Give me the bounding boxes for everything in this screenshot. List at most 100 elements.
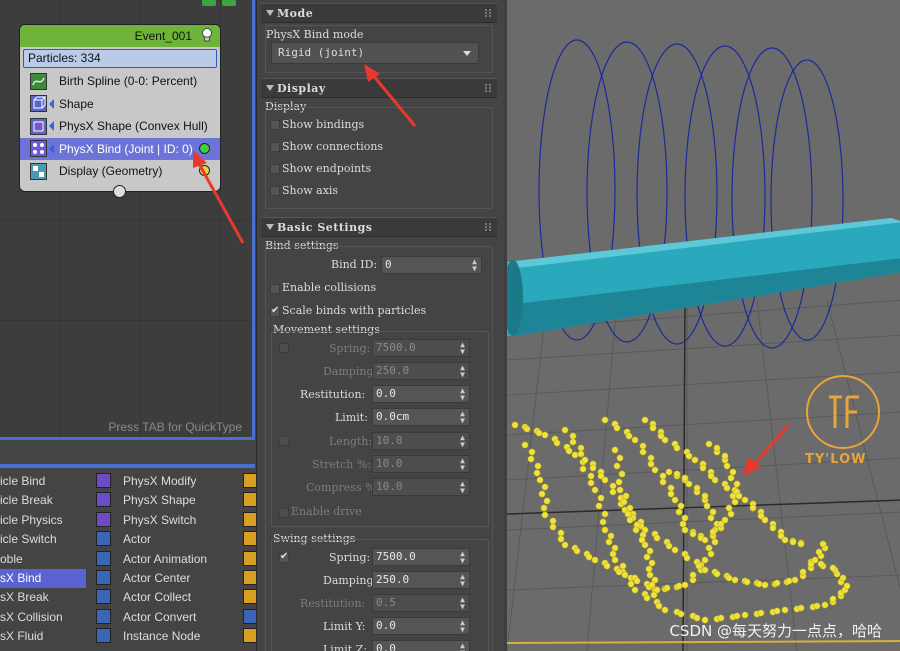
flow-arrow-icon[interactable] [222, 0, 236, 6]
depot-item[interactable]: PhysX Switch [96, 511, 241, 530]
show-axis-checkbox[interactable] [270, 186, 280, 196]
swing-limit-y-spinner[interactable]: 0.0 ▲ ▼ [372, 617, 470, 635]
spinner-arrows-icon[interactable]: ▲▼ [460, 410, 465, 425]
particle-dot [689, 571, 697, 579]
depot-item[interactable]: PhysX Shape [96, 491, 241, 510]
operator-label: Display (Geometry) [59, 164, 163, 179]
operator-birth-spline[interactable]: Birth Spline (0-0: Percent) [20, 70, 220, 93]
depot-item[interactable]: icle Bind [0, 472, 86, 491]
depot-item[interactable]: Instance Node [96, 627, 241, 646]
spring-enable-checkbox[interactable] [279, 343, 289, 353]
depot-item[interactable] [243, 511, 258, 530]
spinner-arrows-icon[interactable]: ▲▼ [460, 596, 465, 611]
scale-binds-checkbox[interactable] [270, 305, 280, 317]
lightbulb-icon[interactable] [201, 28, 213, 43]
spinner-arrows-icon[interactable]: ▲▼ [460, 642, 465, 651]
drag-grip-icon[interactable] [485, 9, 491, 17]
particle-view[interactable]: Event_001 Particles: 334 Birth Spline (0… [0, 0, 255, 440]
operator-depot: icle Bind icle Break icle Physics icle S… [0, 464, 258, 651]
show-bindings-checkbox[interactable] [270, 120, 280, 130]
rollout-header-basic[interactable]: Basic Settings [261, 217, 497, 237]
show-connections-label: Show connections [282, 140, 384, 153]
depot-item[interactable] [243, 550, 258, 569]
length-enable-checkbox[interactable] [279, 436, 289, 446]
spinner-arrows-icon[interactable]: ▲▼ [460, 434, 465, 449]
operator-status-icon[interactable] [199, 142, 210, 154]
operator-physx-shape[interactable]: PhysX Shape (Convex Hull) [20, 115, 220, 138]
particle-dot [661, 606, 669, 614]
operator-shape[interactable]: Shape [20, 93, 220, 116]
spinner-arrows-icon[interactable]: ▲▼ [460, 457, 465, 472]
depot-item[interactable]: icle Physics [0, 511, 86, 530]
depot-item[interactable]: Actor Collect [96, 588, 241, 607]
swing-limit-z-spinner[interactable]: 0.0 ▲▼ [372, 640, 470, 651]
particle-dot [543, 497, 551, 505]
viewport-3d[interactable]: TY'LOW CSDN @每天努力一点点，哈哈 [504, 0, 900, 651]
movement-limit-spinner[interactable]: 0.0cm ▲ ▼ [372, 408, 470, 426]
operator-display[interactable]: Display (Geometry) [20, 160, 220, 183]
bind-id-spinner[interactable]: 0 ▲ ▼ [381, 256, 482, 274]
drag-grip-icon[interactable] [485, 84, 491, 92]
scale-binds-label: Scale binds with particles [282, 304, 427, 317]
spinner-arrows-icon[interactable]: ▲▼ [460, 573, 465, 588]
drag-grip-icon[interactable] [485, 223, 491, 231]
depot-item[interactable] [243, 530, 258, 549]
depot-item[interactable]: Actor Center [96, 569, 241, 588]
depot-item[interactable] [243, 472, 258, 491]
spinner-arrows-icon[interactable]: ▲▼ [460, 480, 465, 495]
spinner-arrows-icon[interactable]: ▲▼ [460, 619, 465, 634]
rollout-header-display[interactable]: Display [261, 78, 497, 98]
enable-drive-label: Enable drive [291, 505, 362, 518]
enable-drive-checkbox[interactable] [279, 508, 289, 518]
spinner-arrows-icon[interactable]: ▲▼ [472, 258, 477, 273]
show-connections-checkbox[interactable] [270, 142, 280, 152]
depot-item[interactable]: icle Break [0, 491, 86, 510]
depot-item[interactable] [243, 588, 258, 607]
operator-status-icon[interactable] [199, 165, 210, 176]
csdn-watermark: CSDN @每天努力一点点，哈哈 [669, 622, 882, 640]
spinner-arrows-icon[interactable]: ▲▼ [460, 364, 465, 379]
movement-spring-spinner[interactable]: 7500.0 ▲ ▼ [372, 339, 470, 357]
depot-item[interactable]: sX Bind [0, 568, 86, 589]
depot-item[interactable]: oble [0, 550, 86, 569]
swing-restitution-spinner[interactable]: 0.5 ▲ ▼ [372, 594, 470, 612]
bind-mode-dropdown[interactable]: Rigid (joint) [271, 42, 479, 64]
depot-item[interactable]: sX Fluid [0, 627, 86, 646]
particle-dot [571, 451, 579, 459]
event-header[interactable]: Event_001 [20, 25, 220, 47]
spinner-value: 7500.0 [376, 341, 416, 354]
spinner-arrows-icon[interactable]: ▲▼ [460, 387, 465, 402]
event-node[interactable]: Event_001 Particles: 334 Birth Spline (0… [19, 24, 221, 198]
flow-toggle-icon[interactable] [202, 0, 216, 6]
spinner-arrows-icon[interactable]: ▲▼ [460, 550, 465, 565]
depot-item[interactable]: PhysX Modify [96, 472, 241, 491]
swing-damping-spinner[interactable]: 250.0 ▲ ▼ [372, 571, 470, 589]
spinner-arrows-icon[interactable]: ▲▼ [460, 341, 465, 356]
depot-item[interactable]: sX Break [0, 588, 86, 607]
depot-item[interactable]: icle Switch [0, 530, 86, 549]
movement-damping-spinner[interactable]: 250.0 ▲ ▼ [372, 362, 470, 380]
operator-connector-icon [49, 143, 54, 154]
depot-item[interactable]: Actor Convert [96, 608, 241, 627]
swing-spring-spinner[interactable]: 7500.0 ▲ ▼ [372, 548, 470, 566]
depot-item[interactable]: Actor Animation [96, 550, 241, 569]
depot-item[interactable]: Actor [96, 530, 241, 549]
depot-item[interactable] [243, 627, 258, 646]
particle-dot [639, 448, 647, 456]
movement-length-spinner[interactable]: 10.0 ▲ ▼ [372, 432, 470, 450]
depot-item[interactable] [243, 491, 258, 510]
show-endpoints-checkbox[interactable] [270, 164, 280, 174]
movement-restitution-spinner[interactable]: 0.0 ▲ ▼ [372, 385, 470, 403]
operator-physx-bind[interactable]: PhysX Bind (Joint | ID: 0) [20, 137, 220, 160]
movement-stretch-spinner[interactable]: 10.0 ▲ ▼ [372, 455, 470, 473]
spinner-value: 10.0 [376, 457, 403, 470]
depot-item[interactable] [243, 569, 258, 588]
rollout-header-mode[interactable]: Mode [261, 3, 497, 23]
movement-compress-spinner[interactable]: 10.0 ▲ ▼ [372, 478, 470, 496]
node-output-socket[interactable] [113, 185, 126, 198]
swing-spring-checkbox[interactable] [279, 551, 289, 563]
enable-collisions-checkbox[interactable] [270, 284, 280, 294]
depot-item[interactable]: sX Collision [0, 608, 86, 627]
depot-item[interactable] [243, 608, 258, 627]
particle-dot [723, 484, 731, 492]
